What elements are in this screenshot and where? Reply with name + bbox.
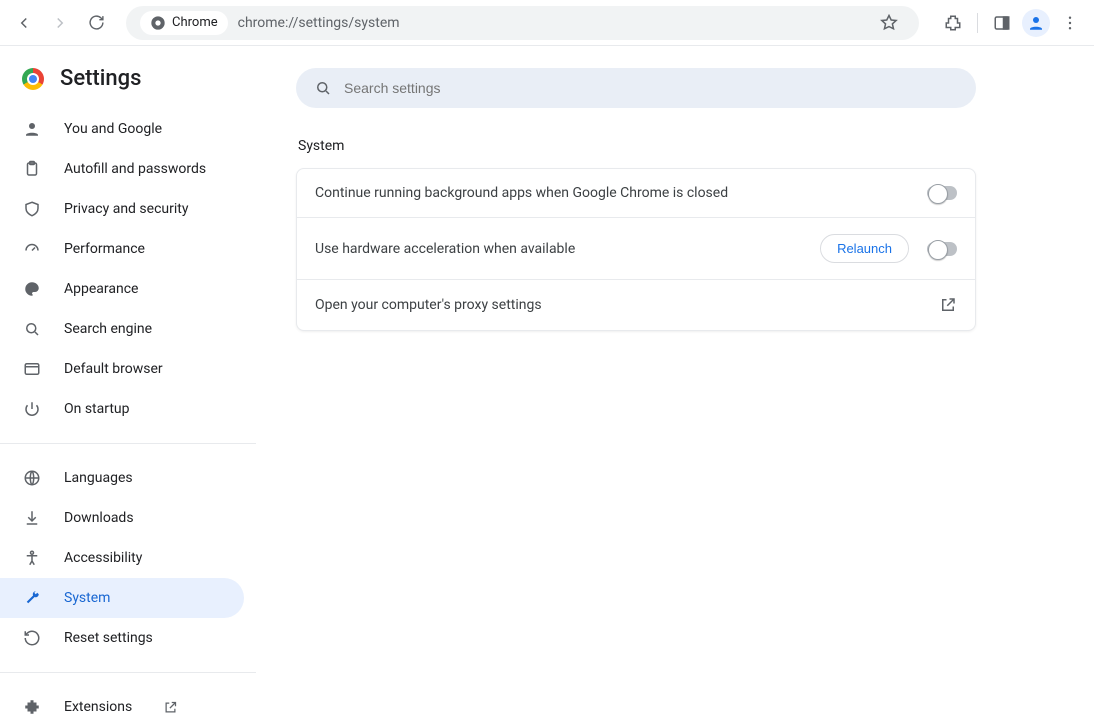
person-icon [22,120,42,138]
relaunch-button[interactable]: Relaunch [820,234,909,263]
sidebar-item-accessibility[interactable]: Accessibility [0,538,244,578]
sidebar-item-you-and-google[interactable]: You and Google [0,109,244,149]
sidebar-item-extensions[interactable]: Extensions [0,687,256,727]
sidebar-item-label: Downloads [64,510,134,526]
accessibility-icon [22,549,42,567]
sidebar-item-label: On startup [64,401,130,417]
puzzle-icon [22,698,42,716]
settings-sidebar: Settings You and Google Autofill and pas… [0,46,256,699]
settings-main: System Continue running background apps … [256,46,1094,699]
sidebar-item-downloads[interactable]: Downloads [0,498,244,538]
sidebar-separator [0,672,256,673]
chrome-logo-icon [22,68,44,90]
section-heading: System [298,138,1094,154]
forward-button[interactable] [44,7,76,39]
extensions-icon[interactable] [937,7,969,39]
row-label: Open your computer's proxy settings [315,297,542,313]
sidebar-item-autofill[interactable]: Autofill and passwords [0,149,244,189]
site-chip[interactable]: Chrome [140,11,228,35]
profile-avatar[interactable] [1022,9,1050,37]
sidebar-item-reset[interactable]: Reset settings [0,618,244,658]
kebab-menu-icon[interactable] [1054,7,1086,39]
sidebar-item-label: You and Google [64,121,162,137]
globe-icon [22,469,42,487]
browser-toolbar: Chrome chrome://settings/system [0,0,1094,46]
chrome-icon [150,15,166,31]
app-title: Settings [60,66,141,91]
open-in-new-icon [939,296,957,314]
window-icon [22,360,42,378]
system-card: Continue running background apps when Go… [296,168,976,331]
row-label: Use hardware acceleration when available [315,241,575,257]
sidebar-item-label: Appearance [64,281,138,297]
shield-icon [22,200,42,218]
toggle-hardware-acceleration[interactable] [927,242,957,256]
address-bar[interactable]: Chrome chrome://settings/system [126,6,919,40]
search-input[interactable] [344,80,958,96]
sidebar-item-appearance[interactable]: Appearance [0,269,244,309]
row-label: Continue running background apps when Go… [315,185,728,201]
settings-search[interactable] [296,68,976,108]
sidebar-item-label: Extensions [64,699,132,715]
palette-icon [22,280,42,298]
sidebar-item-languages[interactable]: Languages [0,458,244,498]
toolbar-divider [977,13,978,33]
row-hardware-acceleration: Use hardware acceleration when available… [297,218,975,280]
search-icon [22,320,42,338]
sidebar-item-performance[interactable]: Performance [0,229,244,269]
sidebar-item-label: Reset settings [64,630,153,646]
clipboard-icon [22,160,42,178]
chip-label: Chrome [172,15,218,30]
side-panel-icon[interactable] [986,7,1018,39]
sidebar-item-search-engine[interactable]: Search engine [0,309,244,349]
row-background-apps: Continue running background apps when Go… [297,169,975,218]
sidebar-item-system[interactable]: System [0,578,244,618]
sidebar-item-label: System [64,590,110,606]
sidebar-item-label: Languages [64,470,133,486]
sidebar-item-on-startup[interactable]: On startup [0,389,244,429]
sidebar-item-label: Default browser [64,361,163,377]
sidebar-item-label: Search engine [64,321,152,337]
sidebar-item-default-browser[interactable]: Default browser [0,349,244,389]
wrench-icon [22,589,42,607]
open-in-new-icon [160,700,180,715]
download-icon [22,509,42,527]
sidebar-item-label: Privacy and security [64,201,188,217]
back-button[interactable] [8,7,40,39]
sidebar-item-label: Performance [64,241,145,257]
speedometer-icon [22,240,42,258]
sidebar-separator [0,443,256,444]
toolbar-right [937,7,1086,39]
search-icon [314,79,332,97]
restore-icon [22,629,42,647]
bookmark-star-icon[interactable] [873,7,905,39]
url-text: chrome://settings/system [238,15,400,31]
row-proxy-settings[interactable]: Open your computer's proxy settings [297,280,975,330]
app-title-row: Settings [0,66,256,109]
sidebar-item-privacy[interactable]: Privacy and security [0,189,244,229]
toggle-background-apps[interactable] [927,186,957,200]
sidebar-item-label: Accessibility [64,550,142,566]
power-icon [22,400,42,418]
reload-button[interactable] [80,7,112,39]
sidebar-item-label: Autofill and passwords [64,161,206,177]
